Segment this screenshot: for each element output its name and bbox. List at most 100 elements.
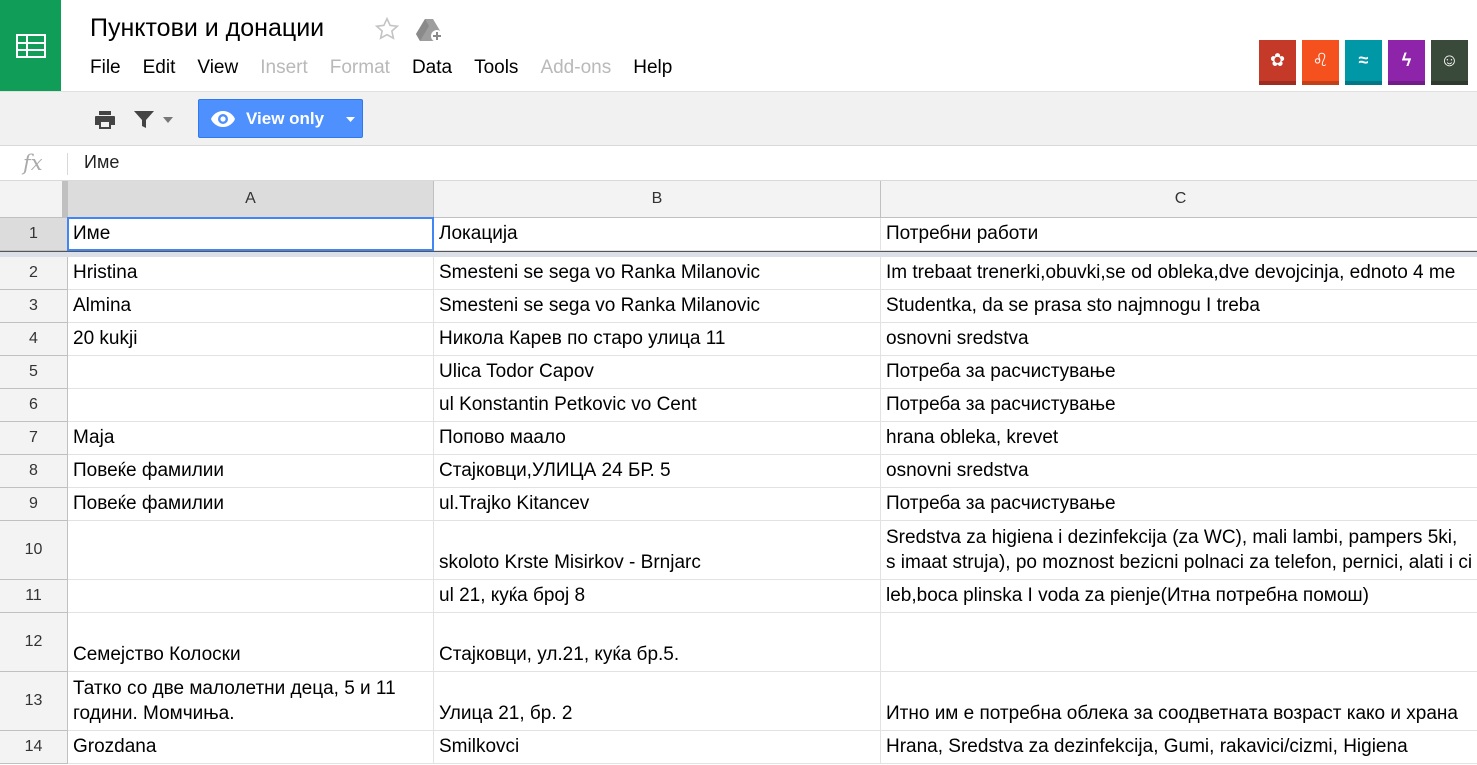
cell-text: ul Konstantin Petkovic vo Cent xyxy=(439,394,697,415)
anonymous-manatee-avatar[interactable]: ≈ xyxy=(1345,40,1382,85)
cell-c7[interactable]: hrana obleka, krevet xyxy=(881,422,1477,455)
cell-c11[interactable]: leb,boca plinska I voda za pienje(Итна п… xyxy=(881,580,1477,613)
cell-text: osnovni sredstva xyxy=(886,460,1029,481)
cell-a14[interactable]: Grozdana xyxy=(68,731,434,764)
row-header-7[interactable]: 7 xyxy=(0,422,68,455)
cell-a10[interactable] xyxy=(68,521,434,580)
filter-icon[interactable] xyxy=(131,108,157,132)
cell-a6[interactable] xyxy=(68,389,434,422)
cell-c1[interactable]: Потребни работи xyxy=(881,218,1477,251)
cell-c6[interactable]: Потреба за расчистување xyxy=(881,389,1477,422)
chevron-down-icon[interactable] xyxy=(346,117,355,122)
divider xyxy=(67,153,68,175)
column-header-c[interactable]: C xyxy=(881,181,1477,218)
menu-data[interactable]: Data xyxy=(412,57,452,81)
cell-a9[interactable]: Повеќе фамилии xyxy=(68,488,434,521)
row-header-9[interactable]: 9 xyxy=(0,488,68,521)
row-header-14[interactable]: 14 xyxy=(0,731,68,764)
anonymous-squirrel-avatar[interactable]: ϟ xyxy=(1388,40,1425,85)
cell-c9[interactable]: Потреба за расчистување xyxy=(881,488,1477,521)
cell-b2[interactable]: Smesteni se sega vo Ranka Milanovic xyxy=(434,257,881,290)
menu-tools[interactable]: Tools xyxy=(474,57,518,81)
cell-text: 20 kukji xyxy=(73,328,138,349)
cell-c14[interactable]: Hrana, Sredstva za dezinfekcija, Gumi, r… xyxy=(881,731,1477,764)
menu-file[interactable]: File xyxy=(90,57,121,81)
cell-a3[interactable]: Almina xyxy=(68,290,434,323)
cell-c4[interactable]: osnovni sredstva xyxy=(881,323,1477,356)
cell-b12[interactable]: Стајковци, ул.21, куќа бр.5. xyxy=(434,613,881,672)
cell-text: ul.Trajko Kitancev xyxy=(439,493,590,514)
row-header-11[interactable]: 11 xyxy=(0,580,68,613)
row-header-12[interactable]: 12 xyxy=(0,613,68,672)
column-header-a[interactable]: A xyxy=(68,181,434,218)
anonymous-fox-avatar[interactable]: ✿ xyxy=(1259,40,1296,85)
toolbar: View only xyxy=(0,91,1477,146)
cell-text: Grozdana xyxy=(73,736,157,757)
cell-text: Потреба за расчистување xyxy=(886,394,1116,415)
row-header-10[interactable]: 10 xyxy=(0,521,68,580)
cell-b13[interactable]: Улица 21, бр. 2 xyxy=(434,672,881,731)
cell-b8[interactable]: Стајковци,УЛИЦА 24 БР. 5 xyxy=(434,455,881,488)
frozen-row-divider[interactable] xyxy=(0,251,1477,257)
cell-text: Hrana, Sredstva za dezinfekcija, Gumi, r… xyxy=(886,736,1408,757)
cell-a12[interactable]: Семејство Колоски xyxy=(68,613,434,672)
sheets-logo-icon[interactable] xyxy=(0,0,61,91)
document-title[interactable]: Пунктови и донации xyxy=(90,14,324,43)
menu-view[interactable]: View xyxy=(197,57,238,81)
select-all-corner[interactable] xyxy=(0,181,68,218)
cell-c10[interactable]: Sredstva za higiena i dezinfekcija (za W… xyxy=(881,521,1477,580)
cell-b14[interactable]: Smilkovci xyxy=(434,731,881,764)
cell-a5[interactable] xyxy=(68,356,434,389)
cell-b7[interactable]: Попово маало xyxy=(434,422,881,455)
freeze-handle[interactable] xyxy=(62,181,67,218)
cell-a7[interactable]: Маја xyxy=(68,422,434,455)
user-photo-avatar[interactable]: ☺ xyxy=(1431,40,1468,85)
cell-b11[interactable]: ul 21, куќа број 8 xyxy=(434,580,881,613)
view-only-button[interactable]: View only xyxy=(198,99,363,138)
column-header-b[interactable]: B xyxy=(434,181,881,218)
cell-b10[interactable]: skoloto Krste Misirkov - Brnjarc xyxy=(434,521,881,580)
cell-a13[interactable]: Татко со две малолетни деца, 5 и 11 годи… xyxy=(68,672,434,731)
cell-b1[interactable]: Локација xyxy=(434,218,881,251)
cell-c12[interactable] xyxy=(881,613,1477,672)
star-icon[interactable] xyxy=(374,16,400,42)
row-header-3[interactable]: 3 xyxy=(0,290,68,323)
cell-a2[interactable]: Hristina xyxy=(68,257,434,290)
formula-bar: fx Име xyxy=(0,146,1477,181)
cell-c5[interactable]: Потреба за расчистување xyxy=(881,356,1477,389)
cell-a8[interactable]: Повеќе фамилии xyxy=(68,455,434,488)
cell-text: Татко со две малолетни деца, 5 и 11 годи… xyxy=(73,678,396,724)
chevron-down-icon[interactable] xyxy=(163,117,173,123)
cell-c3[interactable]: Studentka, da se prasa sto najmnogu I tr… xyxy=(881,290,1477,323)
cell-a11[interactable] xyxy=(68,580,434,613)
row-header-8[interactable]: 8 xyxy=(0,455,68,488)
cell-a4[interactable]: 20 kukji xyxy=(68,323,434,356)
menu-edit[interactable]: Edit xyxy=(143,57,176,81)
cell-text: Almina xyxy=(73,295,132,316)
spreadsheet-grid[interactable]: A B C 1 Име Локација Потребни работи 2 Hristina S… xyxy=(0,181,1477,765)
cell-text: Ulica Todor Capov xyxy=(439,361,594,382)
row-header-1[interactable]: 1 xyxy=(0,218,68,251)
row-header-4[interactable]: 4 xyxy=(0,323,68,356)
menu-bar: File Edit View Insert Format Data Tools Add-ons… xyxy=(90,57,694,81)
row-header-2[interactable]: 2 xyxy=(0,257,68,290)
row-header-6[interactable]: 6 xyxy=(0,389,68,422)
anonymous-lion-avatar[interactable]: ♌ xyxy=(1302,40,1339,85)
row-header-5[interactable]: 5 xyxy=(0,356,68,389)
cell-c2[interactable]: Im trebaat trenerki,obuvki,se od obleka,… xyxy=(881,257,1477,290)
move-to-drive-icon[interactable] xyxy=(416,17,444,43)
cell-text: osnovni sredstva xyxy=(886,328,1029,349)
cell-b3[interactable]: Smesteni se sega vo Ranka Milanovic xyxy=(434,290,881,323)
cell-c8[interactable]: osnovni sredstva xyxy=(881,455,1477,488)
cell-b9[interactable]: ul.Trajko Kitancev xyxy=(434,488,881,521)
cell-b6[interactable]: ul Konstantin Petkovic vo Cent xyxy=(434,389,881,422)
formula-input[interactable]: Име xyxy=(84,152,119,173)
print-icon[interactable] xyxy=(92,108,118,132)
cell-b4[interactable]: Никола Карев по старо улица 11 xyxy=(434,323,881,356)
cell-a1[interactable]: Име xyxy=(68,218,434,251)
cell-b5[interactable]: Ulica Todor Capov xyxy=(434,356,881,389)
menu-add-ons: Add-ons xyxy=(540,57,612,78)
cell-c13[interactable]: Итно им е потребна облека за соодветната… xyxy=(881,672,1477,731)
menu-help[interactable]: Help xyxy=(633,57,672,81)
row-header-13[interactable]: 13 xyxy=(0,672,68,731)
